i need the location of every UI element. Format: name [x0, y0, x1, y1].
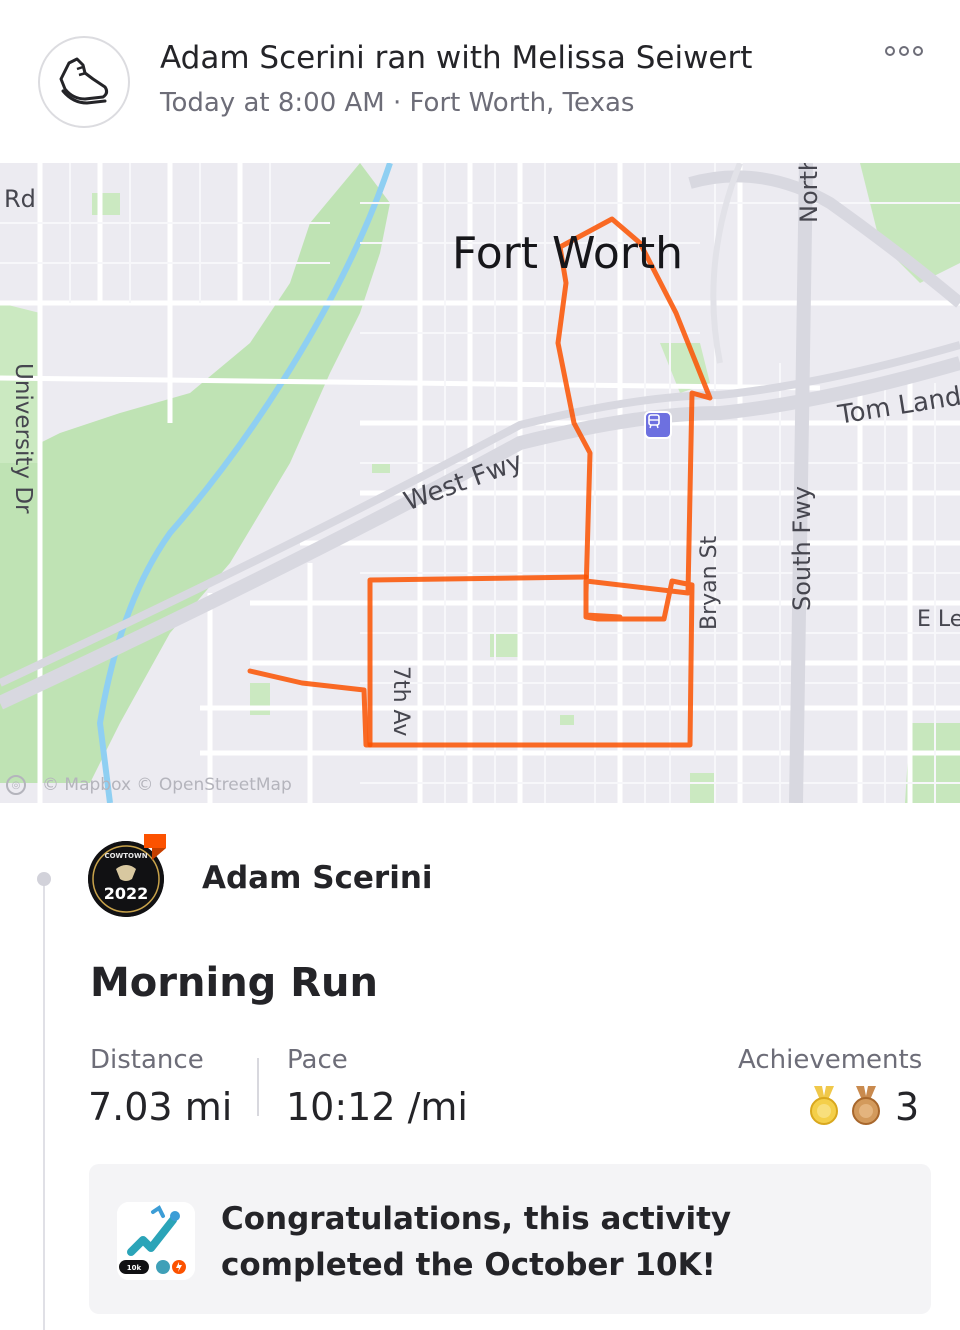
map-street-label: South Fwy: [788, 485, 816, 611]
avatar-year-text: 2022: [104, 884, 149, 903]
feed-timeline-dot: [37, 872, 51, 886]
map-street-label: Rd: [4, 185, 36, 213]
pace-label: Pace: [287, 1045, 348, 1075]
route-map[interactable]: Fort Worth Rd University Dr West Fwy Tom…: [0, 163, 960, 803]
transit-station-icon: [644, 411, 672, 439]
stat-divider: [257, 1058, 259, 1116]
activity-date-location: Today at 8:00 AM · Fort Worth, Texas: [160, 88, 635, 118]
achievements-count: 3: [895, 1085, 920, 1129]
bronze-medal-icon: [852, 1086, 880, 1125]
map-street-label: University Dr: [10, 363, 36, 514]
feed-timeline-line: [43, 878, 45, 1330]
challenge-completed-card[interactable]: 10k Congratulations, this activity compl…: [89, 1164, 931, 1314]
running-shoe-icon: [38, 36, 130, 128]
map-street-label: North: [795, 163, 823, 223]
activity-header: Adam Scerini ran with Melissa Seiwert To…: [0, 0, 960, 163]
distance-value: 7.03 mi: [88, 1085, 233, 1129]
map-street-label: Bryan St: [697, 535, 722, 630]
pace-value: 10:12 /mi: [286, 1085, 468, 1129]
achievements-label: Achievements: [738, 1045, 923, 1075]
activity-title[interactable]: Morning Run: [90, 960, 378, 1006]
activity-header-title[interactable]: Adam Scerini ran with Melissa Seiwert: [160, 40, 752, 76]
mapbox-logo-icon[interactable]: ◎: [6, 775, 26, 795]
distance-label: Distance: [90, 1045, 204, 1075]
achievement-medals[interactable]: [808, 1086, 882, 1126]
map-street-label: 7th Av: [388, 666, 413, 737]
challenge-badge-icon: 10k: [117, 1202, 195, 1280]
map-city-label: Fort Worth: [452, 228, 684, 279]
gold-medal-icon: [810, 1086, 838, 1125]
more-options-icon[interactable]: [882, 38, 926, 64]
map-street-label: E Le: [917, 607, 960, 632]
map-attribution[interactable]: © Mapbox © OpenStreetMap: [42, 775, 292, 795]
subscriber-badge-icon: [140, 832, 170, 862]
challenge-congrats-text: Congratulations, this activity completed…: [221, 1201, 732, 1283]
challenge-badge-text: 10k: [127, 1264, 142, 1272]
athlete-name[interactable]: Adam Scerini: [202, 860, 433, 896]
